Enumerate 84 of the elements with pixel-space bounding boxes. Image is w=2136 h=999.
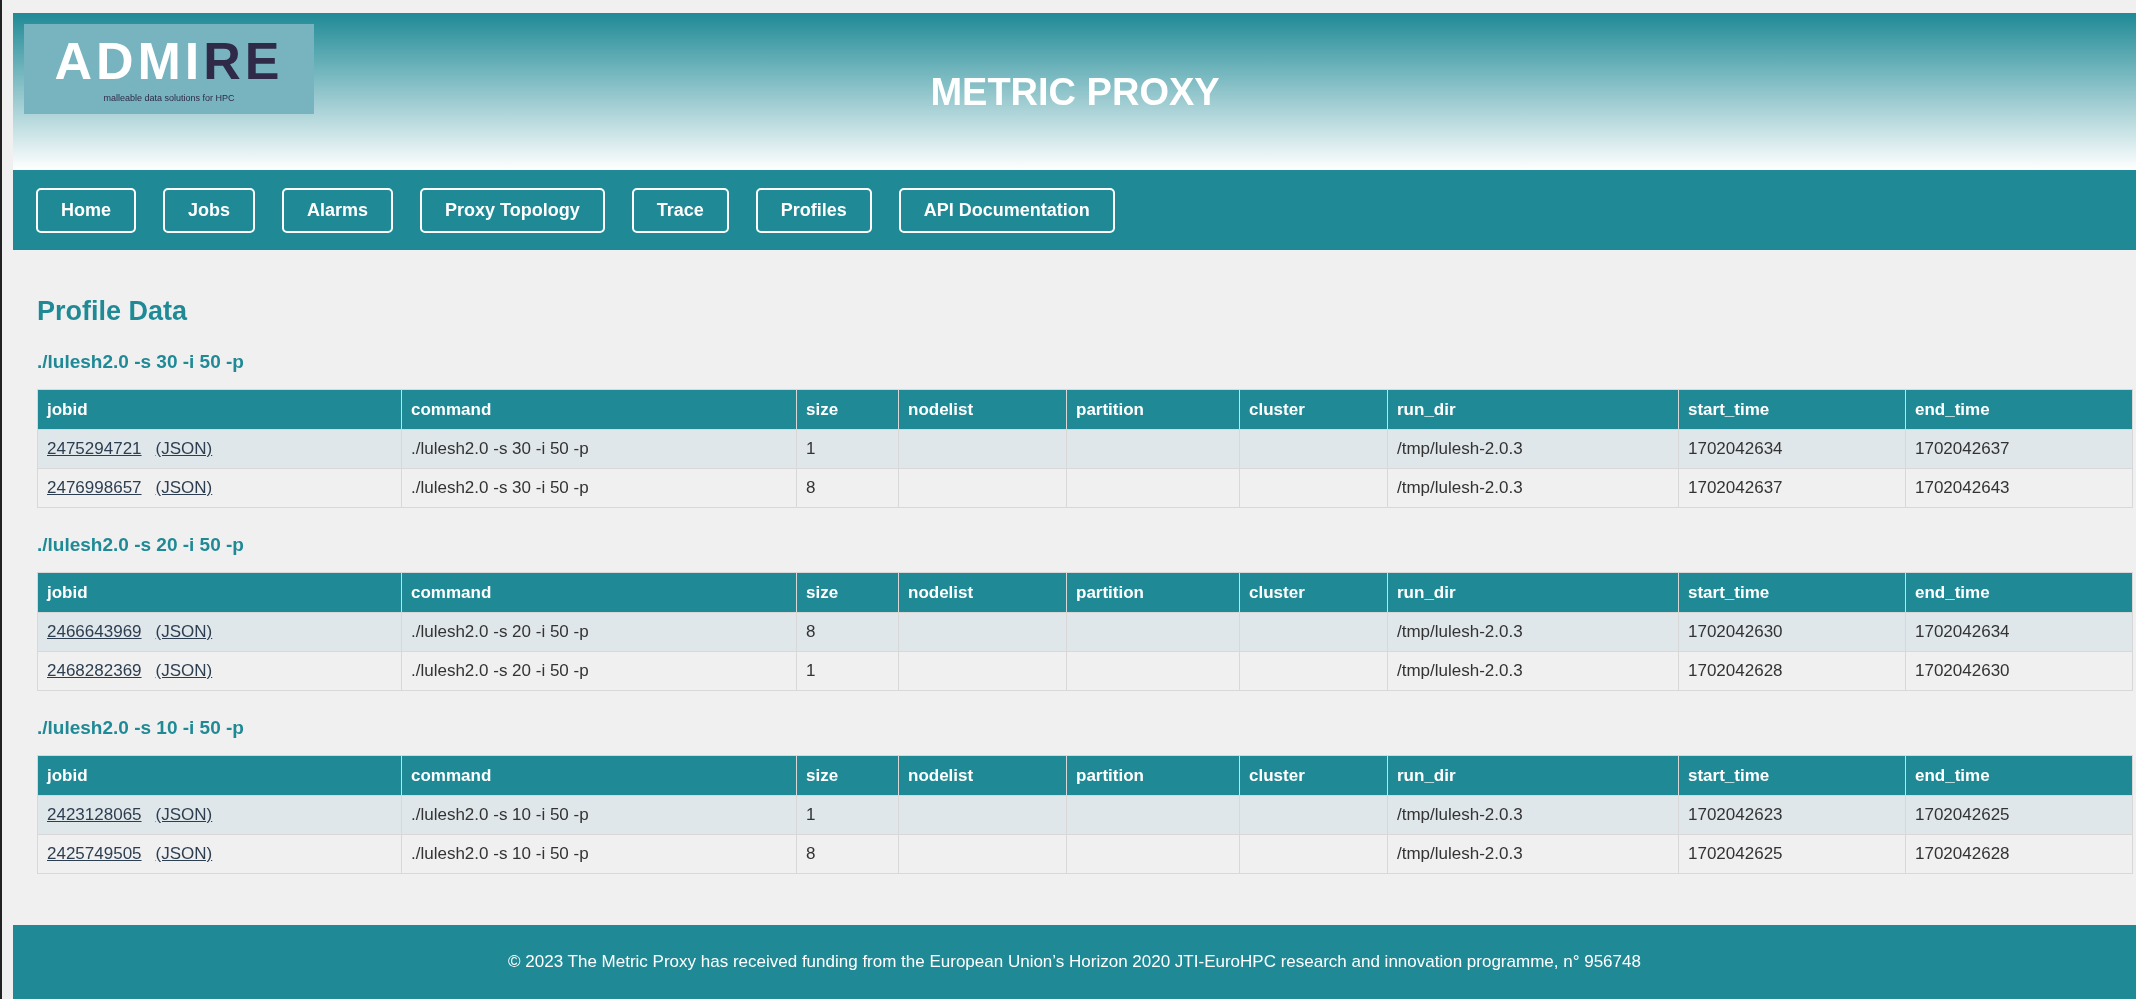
column-header: command <box>401 572 797 613</box>
table-cell: 1 <box>796 795 899 835</box>
group-heading: ./lulesh2.0 -s 20 -i 50 -p <box>37 534 245 556</box>
table-cell: 8 <box>796 834 899 874</box>
column-header: cluster <box>1239 572 1388 613</box>
nav-button[interactable]: Trace <box>631 187 729 233</box>
nav-button[interactable]: Jobs <box>163 187 256 233</box>
column-header: command <box>401 389 797 430</box>
column-header: jobid <box>37 755 402 796</box>
column-header: end_time <box>1905 755 2133 796</box>
table-cell: 8 <box>796 468 899 508</box>
table-cell: /tmp/lulesh-2.0.3 <box>1387 429 1679 469</box>
table-cell: 1702042637 <box>1678 468 1906 508</box>
nav-button[interactable]: API Documentation <box>898 187 1115 233</box>
column-header: jobid <box>37 389 402 430</box>
group-heading: ./lulesh2.0 -s 30 -i 50 -p <box>37 351 245 373</box>
table-cell: ./lulesh2.0 -s 30 -i 50 -p <box>401 468 797 508</box>
column-header: run_dir <box>1387 755 1679 796</box>
column-header: start_time <box>1678 755 1906 796</box>
column-header: partition <box>1066 389 1240 430</box>
footer-text: © 2023 The Metric Proxy has received funding from the European Union’s Horizon 2020 JTI-EuroHPC research and innovation programme, n° 956748 <box>508 952 1641 972</box>
group-heading: ./lulesh2.0 -s 10 -i 50 -p <box>37 717 245 739</box>
column-header: end_time <box>1905 572 2133 613</box>
table-cell: 1702042628 <box>1905 834 2133 874</box>
column-header: partition <box>1066 755 1240 796</box>
job-link[interactable]: 2425749505 <box>47 844 142 863</box>
table-cell: 1702042623 <box>1678 795 1906 835</box>
page-title: Profile Data <box>37 296 189 327</box>
table-cell: ./lulesh2.0 -s 10 -i 50 -p <box>401 834 797 874</box>
table-cell: 1702042625 <box>1678 834 1906 874</box>
job-link[interactable]: 2475294721 <box>47 439 142 458</box>
page-header-title: METRIC PROXY <box>929 71 1221 114</box>
table-cell: 1702042625 <box>1905 795 2133 835</box>
column-header: nodelist <box>898 389 1067 430</box>
column-header: jobid <box>37 572 402 613</box>
job-link[interactable]: 2476998657 <box>47 478 142 497</box>
column-header: command <box>401 755 797 796</box>
table-cell: ./lulesh2.0 -s 20 -i 50 -p <box>401 612 797 652</box>
table-cell: /tmp/lulesh-2.0.3 <box>1387 651 1679 691</box>
table-cell: 1702042637 <box>1905 429 2133 469</box>
json-link[interactable]: (JSON) <box>155 805 213 824</box>
table-cell: 1702042628 <box>1678 651 1906 691</box>
table-cell: 1 <box>796 651 899 691</box>
json-link[interactable]: (JSON) <box>155 661 213 680</box>
column-header: size <box>796 572 899 613</box>
column-header: cluster <box>1239 755 1388 796</box>
table-cell: ./lulesh2.0 -s 10 -i 50 -p <box>401 795 797 835</box>
job-link[interactable]: 2468282369 <box>47 661 142 680</box>
column-header: run_dir <box>1387 572 1679 613</box>
table-cell: 1702042630 <box>1905 651 2133 691</box>
column-header: end_time <box>1905 389 2133 430</box>
table-cell: /tmp/lulesh-2.0.3 <box>1387 468 1679 508</box>
table-cell: ./lulesh2.0 -s 30 -i 50 -p <box>401 429 797 469</box>
table-cell: 1702042634 <box>1905 612 2133 652</box>
nav-button[interactable]: Home <box>36 187 136 233</box>
nav-button[interactable]: Profiles <box>755 187 872 233</box>
column-header: run_dir <box>1387 389 1679 430</box>
column-header: nodelist <box>898 755 1067 796</box>
json-link[interactable]: (JSON) <box>155 439 213 458</box>
table-cell: 1 <box>796 429 899 469</box>
nav-button[interactable]: Alarms <box>282 187 394 233</box>
column-header: start_time <box>1678 389 1906 430</box>
job-link[interactable]: 2466643969 <box>47 622 142 641</box>
job-link[interactable]: 2423128065 <box>47 805 142 824</box>
json-link[interactable]: (JSON) <box>155 622 213 641</box>
table-cell: ./lulesh2.0 -s 20 -i 50 -p <box>401 651 797 691</box>
table-cell: 1702042634 <box>1678 429 1906 469</box>
logo-tagline: malleable data solutions for HPC <box>103 93 235 103</box>
json-link[interactable]: (JSON) <box>155 478 213 497</box>
column-header: size <box>796 389 899 430</box>
column-header: partition <box>1066 572 1240 613</box>
json-link[interactable]: (JSON) <box>155 844 213 863</box>
table-cell: 1702042643 <box>1905 468 2133 508</box>
table-cell: 1702042630 <box>1678 612 1906 652</box>
column-header: nodelist <box>898 572 1067 613</box>
table-cell: /tmp/lulesh-2.0.3 <box>1387 612 1679 652</box>
column-header: start_time <box>1678 572 1906 613</box>
table-cell: /tmp/lulesh-2.0.3 <box>1387 795 1679 835</box>
table-cell: /tmp/lulesh-2.0.3 <box>1387 834 1679 874</box>
table-cell: 8 <box>796 612 899 652</box>
logo-wordmark: ADMIRE <box>54 35 284 87</box>
column-header: cluster <box>1239 389 1388 430</box>
nav-button[interactable]: Proxy Topology <box>420 187 605 233</box>
column-header: size <box>796 755 899 796</box>
